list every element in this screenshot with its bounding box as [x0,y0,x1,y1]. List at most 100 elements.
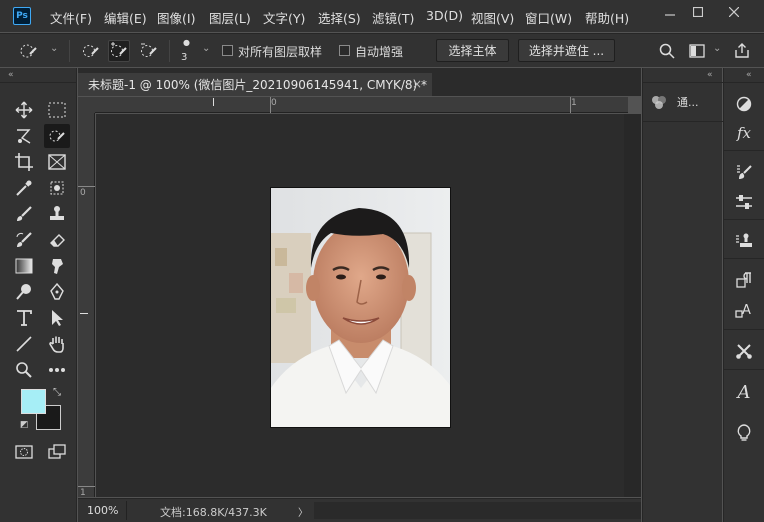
separator [724,329,764,330]
foreground-color-swatch[interactable] [21,389,46,414]
expand-arrows-icon[interactable]: « [746,70,752,80]
brush-size-chevron-icon[interactable]: ⌄ [202,43,210,54]
lasso-icon [17,129,31,144]
zoom-tool[interactable] [11,358,37,382]
menu-view[interactable]: 视图(V) [471,8,514,27]
workspace-chevron-icon[interactable]: ⌄ [713,43,721,54]
pen-icon [50,283,64,300]
frame-tool[interactable] [44,150,70,174]
sample-all-layers-checkbox[interactable] [222,45,233,56]
ruler-cursor-marker [213,98,214,106]
menu-window[interactable]: 窗口(W) [525,8,572,27]
status-menu-arrow-icon[interactable]: 〉 [298,504,308,519]
crop-tool[interactable] [11,150,37,174]
path-select-icon [52,310,63,326]
collapse-arrows-icon[interactable]: « [8,70,14,80]
document-tab-bar: 未标题-1 @ 100% (微信图片_20210906145941, CMYK/… [78,68,641,96]
share-button[interactable] [731,40,753,62]
channels-panel-button[interactable]: 通... [651,94,699,110]
learn-panel-button[interactable] [729,420,759,446]
menu-image[interactable]: 图像(I) [157,8,195,27]
menu-filter[interactable]: 滤镜(T) [372,8,414,27]
crop-icon [15,153,33,171]
type-tool[interactable] [11,306,37,330]
chevron-down-icon[interactable]: ⌄ [50,43,58,54]
select-and-mask-button[interactable]: 选择并遮住 ... [518,39,615,62]
menu-layer[interactable]: 图层(L) [209,8,251,27]
quick-select-tool[interactable] [44,124,70,148]
menu-edit[interactable]: 编辑(E) [104,8,147,27]
separator [126,501,127,520]
new-selection-button[interactable] [80,40,102,62]
menu-3d[interactable]: 3D(D) [426,8,463,23]
gradient-icon [15,258,33,274]
search-button[interactable] [656,40,678,62]
ruler-tick [270,97,271,113]
photoshop-logo[interactable]: Ps [13,7,31,25]
tool-preset-picker[interactable] [18,40,40,62]
brush-size-value[interactable]: 3 [181,52,187,63]
lasso-tool[interactable] [11,124,37,148]
frame-icon [48,154,66,170]
glyphs-panel-button[interactable]: A [729,379,759,405]
horizontal-scrollbar[interactable] [314,502,641,519]
vertical-ruler[interactable]: 0 1 [78,113,95,498]
history-brush-tool[interactable] [11,228,37,252]
subtract-selection-button[interactable] [138,40,160,62]
minimize-button[interactable] [656,3,684,21]
brush-tool[interactable] [11,202,37,226]
zoom-level[interactable]: 100% [87,504,118,517]
eyedropper-tool[interactable] [11,176,37,200]
menu-file[interactable]: 文件(F) [50,8,92,27]
menu-type[interactable]: 文字(Y) [263,8,305,27]
path-select-tool[interactable] [44,306,70,330]
properties-panel-button[interactable] [729,189,759,215]
adjustments-panel-button[interactable] [729,91,759,117]
fx-icon: fx [736,124,751,142]
close-tab-icon[interactable]: × [412,77,422,91]
smudge-tool[interactable] [44,254,70,278]
stamp-tool[interactable] [44,202,70,226]
expand-arrows-icon[interactable]: « [707,70,713,80]
default-colors-icon[interactable]: ◩ [20,420,29,430]
auto-enhance-label: 自动增强 [355,45,404,59]
sliders-icon [736,195,752,209]
clone-source-panel-button[interactable] [729,228,759,254]
quick-mask-icon [15,445,33,459]
ruler-h-label-0: 0 [271,98,277,108]
horizontal-ruler[interactable]: 0 1 [95,97,628,113]
line-tool[interactable] [11,332,37,356]
document-tab[interactable]: 未标题-1 @ 100% (微信图片_20210906145941, CMYK/… [78,73,432,96]
marquee-tool[interactable] [44,98,70,122]
patch-tool[interactable] [44,176,70,200]
close-window-button[interactable] [720,3,748,21]
select-subject-button[interactable]: 选择主体 [436,39,509,62]
maximize-button[interactable] [684,3,712,21]
more-tools[interactable] [44,358,70,382]
styles-panel-button[interactable]: fx [729,120,759,146]
more-icon [49,368,65,372]
hand-tool[interactable] [44,332,70,356]
menu-bar: Ps 文件(F) 编辑(E) 图像(I) 图层(L) 文字(Y) 选择(S) 滤… [0,0,764,32]
swap-colors-icon[interactable]: ⤡ [53,387,61,398]
document-photo[interactable] [270,187,451,428]
brushes-panel-button[interactable] [729,159,759,185]
menu-select[interactable]: 选择(S) [318,8,361,27]
workspace-button[interactable] [686,40,708,62]
brush-dot-icon: ● [183,38,190,47]
pen-tool[interactable] [44,280,70,304]
dodge-tool[interactable] [11,280,37,304]
gradient-tool[interactable] [11,254,37,278]
screen-mode-button[interactable] [44,440,70,464]
document-info: 文档:168.8K/437.3K [160,506,267,519]
quick-mask-button[interactable] [11,440,37,464]
character-styles-panel-button[interactable]: A [729,297,759,323]
move-tool[interactable] [11,98,37,122]
paragraph-styles-panel-button[interactable] [729,267,759,293]
auto-enhance-checkbox[interactable] [339,45,350,56]
tool-presets-panel-button[interactable] [729,338,759,364]
add-to-selection-button[interactable] [108,40,130,62]
vertical-scrollbar[interactable] [624,114,641,497]
eraser-tool[interactable] [44,228,70,252]
menu-help[interactable]: 帮助(H) [585,8,629,27]
